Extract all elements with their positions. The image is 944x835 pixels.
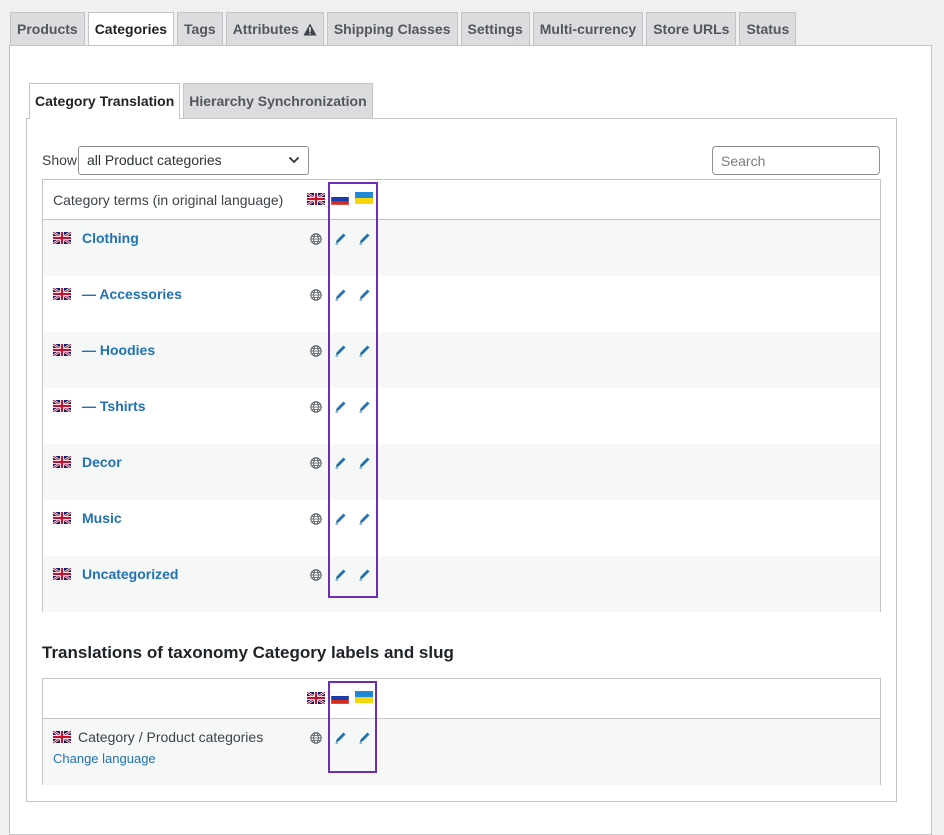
tab-store-urls[interactable]: Store URLs	[646, 12, 737, 45]
tab-multi-currency[interactable]: Multi-currency	[532, 12, 644, 45]
term-link[interactable]: Clothing	[82, 230, 139, 246]
flag-en-icon	[53, 456, 71, 468]
term-link[interactable]: Uncategorized	[82, 566, 178, 582]
globe-icon[interactable]	[310, 457, 322, 469]
nav-tabs: Products Categories Tags Attributes Ship…	[10, 12, 797, 46]
globe-icon[interactable]	[310, 569, 322, 581]
tab-label: Categories	[94, 21, 168, 37]
flag-en-icon	[53, 288, 71, 300]
table-header: Category terms (in original language)	[43, 180, 880, 220]
tab-label: Settings	[467, 20, 523, 37]
tab-status[interactable]: Status	[739, 12, 797, 45]
warning-icon	[303, 23, 317, 35]
table-row: — Tshirts	[43, 388, 880, 444]
show-label: Show	[42, 152, 78, 168]
change-language-link[interactable]: Change language	[53, 751, 156, 766]
terms-table: Category terms (in original language) Cl…	[42, 179, 881, 612]
flag-en-icon	[307, 692, 325, 704]
table-row: — Hoodies	[43, 332, 880, 388]
translation-columns-highlight	[328, 681, 377, 773]
table-row: Category / Product categories Change lan…	[43, 719, 880, 785]
sub-tabs: Category Translation Hierarchy Synchroni…	[29, 83, 373, 119]
table-row: Decor	[43, 444, 880, 500]
globe-icon[interactable]	[310, 289, 322, 301]
term-link[interactable]: — Tshirts	[82, 398, 146, 414]
term-link[interactable]: — Accessories	[82, 286, 182, 302]
chevron-down-icon	[288, 156, 300, 164]
category-filter-select[interactable]: all Product categories	[78, 146, 309, 175]
flag-en-icon	[53, 512, 71, 524]
tab-label: Status	[746, 20, 790, 37]
flag-en-icon	[307, 193, 325, 205]
translation-columns-highlight	[328, 182, 378, 598]
taxonomy-label: Category / Product categories	[78, 729, 264, 745]
flag-en-icon	[53, 568, 71, 580]
term-link[interactable]: Music	[82, 510, 122, 526]
labels-section-title: Translations of taxonomy Category labels…	[42, 643, 454, 662]
labels-table: Category / Product categories Change lan…	[42, 678, 881, 785]
tab-label: Products	[17, 20, 78, 37]
select-value: all Product categories	[87, 152, 222, 168]
column-header-terms: Category terms (in original language)	[53, 192, 284, 208]
tab-settings[interactable]: Settings	[460, 12, 530, 45]
tab-label: Shipping Classes	[333, 20, 451, 37]
tab-shipping-classes[interactable]: Shipping Classes	[326, 12, 458, 45]
table-row: Uncategorized	[43, 556, 880, 612]
tab-label: Category Translation	[35, 93, 175, 109]
term-link[interactable]: Decor	[82, 454, 122, 470]
tab-tags[interactable]: Tags	[177, 12, 223, 45]
tab-category-translation[interactable]: Category Translation	[29, 83, 181, 119]
tab-hierarchy-synchronization[interactable]: Hierarchy Synchronization	[183, 83, 373, 118]
globe-icon[interactable]	[310, 732, 322, 744]
table-row: Music	[43, 500, 880, 556]
tab-label: Tags	[184, 20, 216, 37]
tab-label: Hierarchy Synchronization	[189, 93, 367, 109]
flag-en-icon	[53, 400, 71, 412]
flag-en-icon	[53, 232, 71, 244]
tab-label: Multi-currency	[539, 20, 637, 37]
search-input[interactable]	[712, 146, 880, 175]
tab-products[interactable]: Products	[10, 12, 85, 45]
tab-attributes[interactable]: Attributes	[225, 12, 324, 45]
term-link[interactable]: — Hoodies	[82, 342, 155, 358]
globe-icon[interactable]	[310, 345, 322, 357]
table-row: Clothing	[43, 220, 880, 276]
flag-en-icon	[53, 344, 71, 356]
table-row: — Accessories	[43, 276, 880, 332]
globe-icon[interactable]	[310, 233, 322, 245]
flag-en-icon	[53, 731, 71, 743]
globe-icon[interactable]	[310, 401, 322, 413]
tab-label: Attributes	[232, 20, 299, 37]
tab-label: Store URLs	[653, 20, 730, 37]
globe-icon[interactable]	[310, 513, 322, 525]
tab-categories[interactable]: Categories	[87, 12, 175, 46]
table-header	[43, 679, 880, 719]
